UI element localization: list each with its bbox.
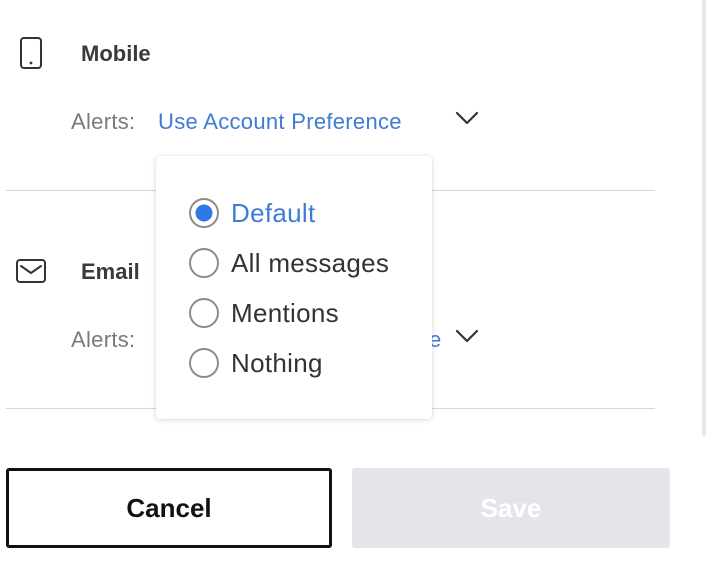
option-label: All messages: [231, 247, 390, 278]
scrollbar-track[interactable]: [702, 0, 706, 436]
alerts-dropdown-menu: Default All messages Mentions Nothing: [156, 156, 432, 419]
email-channel-label: Email: [81, 259, 140, 284]
email-alerts-label: Alerts:: [71, 327, 136, 352]
option-label: Default: [231, 197, 316, 228]
cancel-button[interactable]: Cancel: [6, 468, 332, 548]
dropdown-option-default[interactable]: Default: [189, 195, 315, 231]
notification-settings-panel: Mobile Alerts: Use Account Preference Em…: [0, 0, 706, 576]
mobile-alerts-value[interactable]: Use Account Preference: [158, 109, 402, 135]
mobile-alerts-chevron-down-icon[interactable]: [455, 111, 479, 125]
dropdown-option-all-messages[interactable]: All messages: [189, 245, 389, 281]
save-button[interactable]: Save: [352, 468, 670, 548]
envelope-icon: [16, 259, 46, 283]
radio-unselected[interactable]: [189, 348, 219, 378]
mobile-phone-icon: [20, 37, 42, 69]
dropdown-option-nothing[interactable]: Nothing: [189, 345, 323, 381]
dropdown-option-mentions[interactable]: Mentions: [189, 295, 339, 331]
email-alerts-chevron-down-icon[interactable]: [455, 329, 479, 343]
radio-unselected[interactable]: [189, 248, 219, 278]
mobile-alerts-label: Alerts:: [71, 109, 136, 134]
option-label: Nothing: [231, 347, 323, 378]
radio-selected[interactable]: [189, 198, 219, 228]
option-label: Mentions: [231, 297, 339, 328]
mobile-channel-label: Mobile: [81, 41, 151, 66]
radio-unselected[interactable]: [189, 298, 219, 328]
